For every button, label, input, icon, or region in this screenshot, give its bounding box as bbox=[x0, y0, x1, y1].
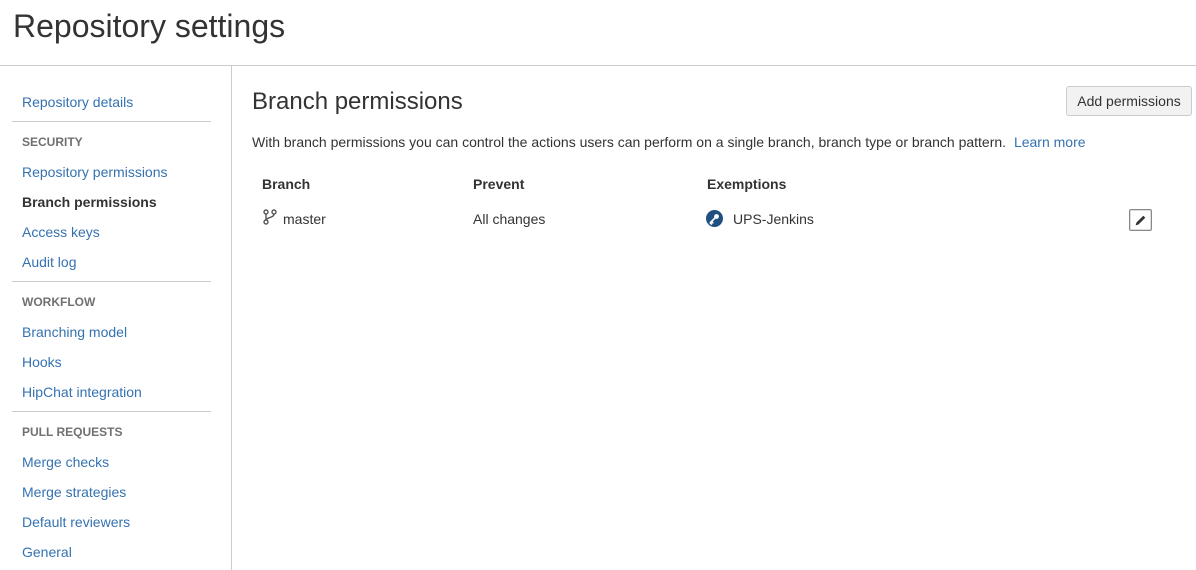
page-title: Repository settings bbox=[13, 8, 286, 44]
sidebar: Repository details SECURITY Repository p… bbox=[0, 66, 232, 570]
sidebar-heading-security: SECURITY bbox=[22, 135, 83, 149]
add-permissions-button[interactable]: Add permissions bbox=[1066, 86, 1192, 116]
edit-button[interactable] bbox=[1129, 209, 1152, 231]
sidebar-item-merge-strategies[interactable]: Merge strategies bbox=[22, 483, 126, 501]
sidebar-item-general[interactable]: General bbox=[22, 543, 72, 561]
branch-name: master bbox=[283, 211, 326, 227]
prevent-value: All changes bbox=[473, 211, 546, 227]
sidebar-heading-workflow: WORKFLOW bbox=[22, 295, 96, 309]
column-header-prevent: Prevent bbox=[473, 176, 525, 192]
section-title: Branch permissions bbox=[252, 88, 463, 115]
sidebar-item-hipchat-integration[interactable]: HipChat integration bbox=[22, 383, 142, 401]
access-key-icon bbox=[706, 210, 723, 227]
sidebar-divider bbox=[12, 121, 211, 122]
branch-icon bbox=[263, 209, 277, 225]
sidebar-item-repository-permissions[interactable]: Repository permissions bbox=[22, 163, 168, 181]
sidebar-item-access-keys[interactable]: Access keys bbox=[22, 223, 100, 241]
description-text: With branch permissions you can control … bbox=[252, 134, 1007, 150]
header: Repository settings bbox=[0, 0, 1196, 66]
sidebar-item-audit-log[interactable]: Audit log bbox=[22, 253, 76, 271]
sidebar-item-repository-details[interactable]: Repository details bbox=[22, 93, 133, 111]
description: With branch permissions you can control … bbox=[252, 133, 1086, 151]
sidebar-item-branch-permissions[interactable]: Branch permissions bbox=[22, 193, 157, 211]
sidebar-heading-pull-requests: PULL REQUESTS bbox=[22, 425, 123, 439]
pencil-icon bbox=[1135, 215, 1146, 226]
sidebar-item-branching-model[interactable]: Branching model bbox=[22, 323, 127, 341]
sidebar-item-default-reviewers[interactable]: Default reviewers bbox=[22, 513, 130, 531]
learn-more-link[interactable]: Learn more bbox=[1014, 134, 1086, 150]
sidebar-item-hooks[interactable]: Hooks bbox=[22, 353, 62, 371]
sidebar-item-merge-checks[interactable]: Merge checks bbox=[22, 453, 109, 471]
column-header-branch: Branch bbox=[262, 176, 311, 192]
column-header-exemptions: Exemptions bbox=[707, 176, 787, 192]
sidebar-divider bbox=[12, 281, 211, 282]
sidebar-divider bbox=[12, 411, 211, 412]
exemption-name: UPS-Jenkins bbox=[733, 211, 814, 227]
